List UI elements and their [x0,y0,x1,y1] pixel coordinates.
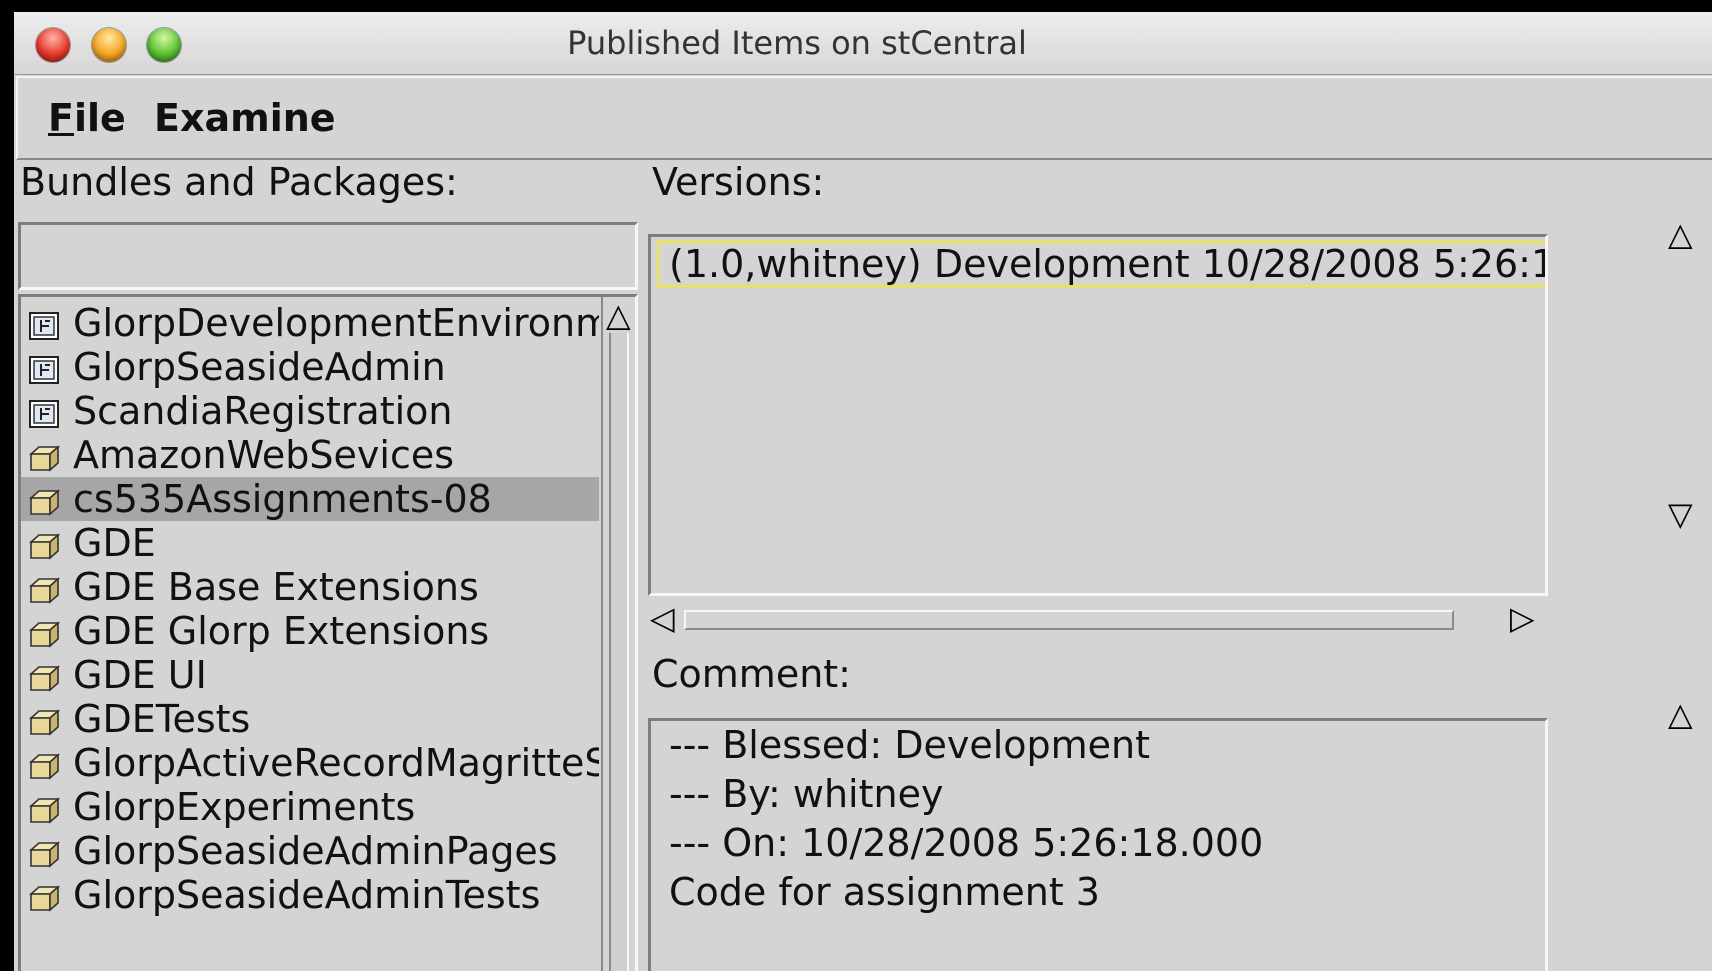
bundles-filter-input[interactable] [18,222,638,290]
scroll-right-arrow-icon[interactable]: ▷ [1510,602,1535,634]
bundles-list-vertical-scrollbar[interactable]: △ [601,297,635,971]
scroll-left-arrow-icon[interactable]: ◁ [650,602,675,634]
bundle-icon [27,307,61,340]
package-icon [27,615,61,648]
versions-horizontal-scrollbar[interactable]: ◁ ▷ [648,602,1548,638]
comment-line: --- By: whitney [669,772,944,816]
screen-top-edge [0,0,1712,12]
title-bar[interactable]: Published Items on stCentral [14,12,1712,75]
package-icon [27,659,61,692]
scroll-up-arrow-icon[interactable]: △ [606,299,631,331]
list-item[interactable]: cs535Assignments-08 [21,477,599,521]
list-item-label: GDE [73,521,156,565]
scroll-down-arrow-icon[interactable]: ▽ [1668,498,1693,530]
version-row[interactable]: (1.0,whitney) Development 10/28/2008 5:2… [657,241,1545,287]
comment-line: --- On: 10/28/2008 5:26:18.000 [669,821,1264,865]
list-item-label: GDE Glorp Extensions [73,609,490,653]
list-item[interactable]: GlorpDevelopmentEnvironment [21,301,599,345]
comment-label: Comment: [652,652,851,696]
package-icon [27,527,61,560]
list-item-label: GlorpDevelopmentEnvironment [73,301,599,345]
list-item-label: AmazonWebSevices [73,433,455,477]
list-item-label: GlorpActiveRecordMagritteSupport [73,741,599,785]
list-item-label: ScandiaRegistration [73,389,453,433]
published-items-window: Published Items on stCentral File Examin… [14,12,1712,971]
versions-vertical-scrollbar[interactable]: △ ▽ [1666,218,1706,590]
versions-list[interactable]: (1.0,whitney) Development 10/28/2008 5:2… [648,234,1548,596]
versions-label: Versions: [652,160,825,204]
list-item-label: GlorpExperiments [73,785,416,829]
package-icon [27,747,61,780]
bundle-icon [27,395,61,428]
menu-bar: File Examine [16,76,1712,160]
comment-text-area[interactable]: --- Blessed: Development --- By: whitney… [648,718,1548,971]
bundles-list-scroll-track[interactable] [609,333,629,971]
package-icon [27,439,61,472]
list-item[interactable]: GDE Glorp Extensions [21,609,599,653]
list-item[interactable]: GlorpSeasideAdmin [21,345,599,389]
list-item-label: cs535Assignments-08 [73,477,492,521]
comment-line: --- Blessed: Development [669,723,1151,767]
comment-vertical-scrollbar[interactable]: △ [1666,698,1706,971]
bundles-packages-list[interactable]: GlorpDevelopmentEnvironmentGlorpSeasideA… [18,294,638,971]
package-icon [27,571,61,604]
list-item[interactable]: GlorpSeasideAdminTests [21,873,599,917]
list-item[interactable]: GlorpSeasideAdminPages [21,829,599,873]
package-icon [27,483,61,516]
list-item[interactable]: GlorpExperiments [21,785,599,829]
list-item-label: GDETests [73,697,251,741]
bundle-icon [27,351,61,384]
list-item-label: GlorpSeasideAdminTests [73,873,541,917]
versions-horizontal-scroll-thumb[interactable] [684,610,1454,630]
scroll-up-arrow-icon[interactable]: △ [1668,698,1693,730]
menu-examine[interactable]: Examine [154,96,336,140]
package-icon [27,703,61,736]
list-item[interactable]: GDETests [21,697,599,741]
scroll-up-arrow-icon[interactable]: △ [1668,218,1693,250]
list-item[interactable]: GDE [21,521,599,565]
comment-line: Code for assignment 3 [669,870,1100,914]
list-item[interactable]: GDE Base Extensions [21,565,599,609]
list-item-label: GDE Base Extensions [73,565,479,609]
list-item-label: GlorpSeasideAdminPages [73,829,558,873]
window-title: Published Items on stCentral [567,24,1027,62]
list-item-label: GlorpSeasideAdmin [73,345,446,389]
list-item[interactable]: GDE UI [21,653,599,697]
list-item-label: GDE UI [73,653,207,697]
list-item[interactable]: GlorpActiveRecordMagritteSupport [21,741,599,785]
bundles-packages-label: Bundles and Packages: [20,160,458,204]
list-item[interactable]: AmazonWebSevices [21,433,599,477]
list-item[interactable]: ScandiaRegistration [21,389,599,433]
package-icon [27,791,61,824]
menu-file[interactable]: File [48,96,126,140]
package-icon [27,879,61,912]
package-icon [27,835,61,868]
